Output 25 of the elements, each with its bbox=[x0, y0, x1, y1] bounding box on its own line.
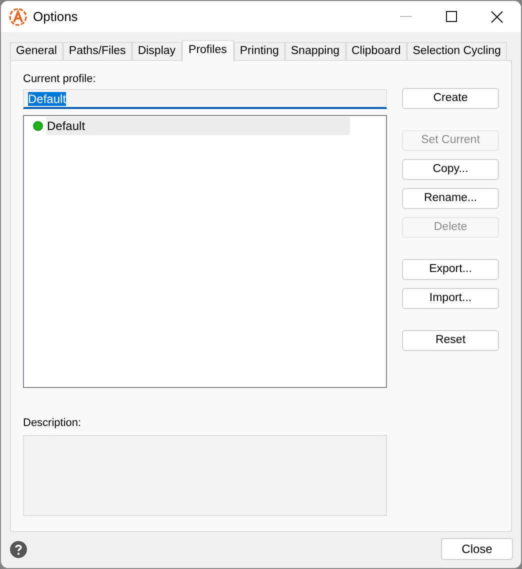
list-item[interactable]: Default bbox=[46, 117, 350, 135]
profile-list[interactable]: Default bbox=[23, 115, 387, 388]
field-label: Current profile: bbox=[23, 72, 97, 85]
window-title: Options bbox=[33, 8, 78, 26]
tab[interactable]: Paths/Files bbox=[62, 42, 132, 60]
tab[interactable]: Profiles bbox=[182, 40, 234, 61]
maximize-icon[interactable] bbox=[446, 11, 457, 22]
help-icon[interactable] bbox=[10, 540, 27, 558]
tab[interactable]: Selection Cycling bbox=[406, 42, 507, 60]
field-label: Description: bbox=[23, 416, 82, 429]
tab[interactable]: General bbox=[10, 42, 63, 60]
tab[interactable]: Printing bbox=[234, 42, 285, 60]
close-button[interactable]: Close bbox=[441, 538, 513, 560]
action-button[interactable]: Rename... bbox=[402, 188, 499, 209]
profile-name-field[interactable]: Default bbox=[23, 89, 387, 109]
tab[interactable]: Display bbox=[132, 42, 182, 60]
action-button[interactable]: Reset bbox=[402, 330, 499, 351]
tab[interactable]: Snapping bbox=[284, 42, 346, 60]
action-button[interactable]: Import... bbox=[402, 288, 499, 309]
tab[interactable]: Clipboard bbox=[346, 42, 407, 60]
action-button[interactable]: Create bbox=[402, 88, 499, 109]
action-button[interactable]: Export... bbox=[402, 259, 499, 280]
action-button[interactable]: Copy... bbox=[402, 159, 499, 180]
close-icon[interactable] bbox=[491, 10, 503, 22]
app-logo-icon bbox=[9, 8, 27, 26]
